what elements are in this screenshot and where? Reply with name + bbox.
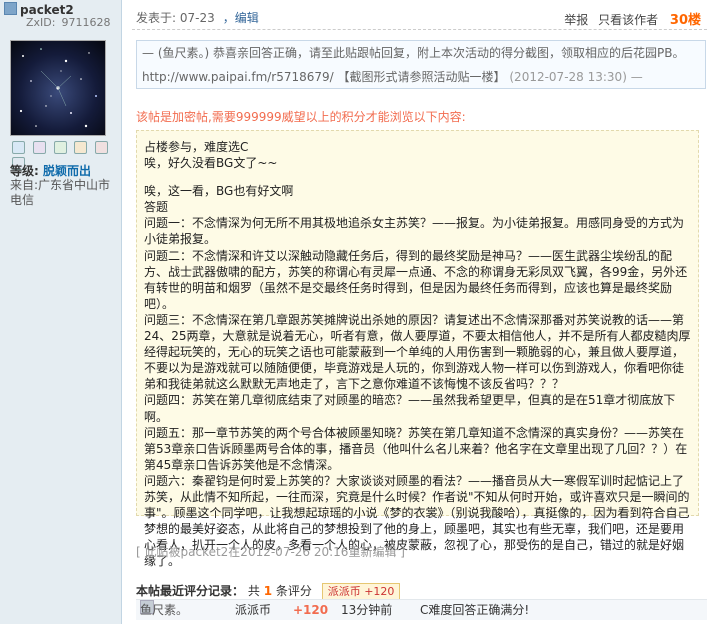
- user-status-icon: [4, 2, 17, 15]
- post-main: 发表于: 07-23 ，编辑 举报 只看该作者 30楼 — (鱼尺素。) 恭喜亲回…: [122, 0, 715, 624]
- rating-category: 派派币: [235, 603, 272, 617]
- rating-count-suffix: 条评分: [275, 584, 312, 598]
- user-sidebar: packet2 ZxID: 9711628 等级: 脱颖而出 来自:广东省中山市…: [0, 0, 122, 624]
- post-date: 发表于: 07-23: [136, 11, 215, 25]
- post-meta: 发表于: 07-23 ，编辑: [136, 9, 259, 26]
- meta-divider: [132, 29, 707, 30]
- grade-label: 等级:: [10, 164, 39, 178]
- answer-4: 问题四：苏笑在第几章彻底结束了对顾墨的暗恋？——虽然我希望更早，但真的是在51章…: [144, 393, 676, 424]
- content-line: 唉，这一看，BG也有好文啊: [144, 184, 294, 199]
- answer-5: 问题五：那一章节苏笑的两个号合体被顾墨知晓？苏笑在第几章知道不念情深的真实身份？…: [144, 425, 688, 472]
- gift-icon[interactable]: [74, 141, 88, 154]
- rating-row: 鱼尺素。 派派币 +120 13分钟前 C难度回答正确满分!: [136, 599, 707, 620]
- username-text[interactable]: packet2: [20, 3, 74, 17]
- quote-timestamp: (2012-07-28 13:30) —: [509, 70, 643, 84]
- content-line: 答题: [144, 200, 169, 215]
- zxid: ZxID: 9711628: [20, 16, 110, 29]
- rating-title: 本帖最近评分记录：: [136, 584, 245, 598]
- rating-value: +120: [293, 603, 329, 617]
- post-actions: 举报 只看该作者 30楼: [564, 9, 701, 28]
- rating-count-prefix: 共: [247, 584, 260, 598]
- content-line: 唉，好久没看BG文了~~: [144, 156, 278, 171]
- message-icon[interactable]: [12, 141, 25, 154]
- starfield-avatar-image: [19, 48, 97, 128]
- rating-time: 13分钟前: [341, 603, 393, 617]
- friend-add-icon[interactable]: [53, 141, 67, 154]
- rating-reason: C难度回答正确满分!: [420, 603, 530, 617]
- rating-count: 1: [263, 584, 273, 598]
- answer-1: 问题一：不念情深为何无所不用其极地追杀女主苏笑？——报复。为小徒弟报复。用感同身…: [144, 216, 685, 247]
- floor-number[interactable]: 30楼: [670, 13, 701, 28]
- zxid-label: ZxID:: [26, 16, 56, 29]
- quote-box: — (鱼尺素。) 恭喜亲回答正确，请至此贴跟帖回复，附上本次活动的得分截图，领取…: [136, 40, 706, 89]
- report-link[interactable]: 举报: [564, 13, 588, 27]
- edit-link[interactable]: ，编辑: [223, 11, 259, 25]
- note-icon[interactable]: [95, 141, 109, 154]
- profile-icon[interactable]: [32, 141, 46, 154]
- username[interactable]: packet2: [4, 2, 74, 17]
- rater-name[interactable]: 鱼尺素。: [140, 600, 188, 620]
- zxid-value: 9711628: [61, 16, 111, 29]
- user-location: 来自:广东省中山市电信: [10, 178, 111, 207]
- answer-3: 问题三：不念情深在第几章跟苏笑摊牌说出杀她的原因？请复述出不念情深那番对苏笑说教…: [144, 312, 691, 392]
- hidden-content: 占楼参与，难度选C 唉，好久没看BG文了~~ 唉，这一看，BG也有好文啊 答题 …: [136, 130, 699, 568]
- author-only-link[interactable]: 只看该作者: [598, 13, 658, 27]
- avatar[interactable]: [10, 40, 106, 136]
- locked-notice: 该帖是加密帖,需要999999威望以上的积分才能浏览以下内容:: [136, 110, 466, 124]
- content-line: 占楼参与，难度选C: [144, 140, 249, 154]
- grade-value: 脱颖而出: [43, 164, 92, 178]
- edit-note: [ 此帖被packet2在2012-07-26 20:16重新编辑 ]: [136, 545, 405, 559]
- answer-2: 问题二：不念情深和许艾以深触动隐藏任务后，得到的最终奖励是神马？——医生武器尘埃…: [144, 248, 688, 311]
- user-grade: 等级: 脱颖而出: [10, 162, 91, 179]
